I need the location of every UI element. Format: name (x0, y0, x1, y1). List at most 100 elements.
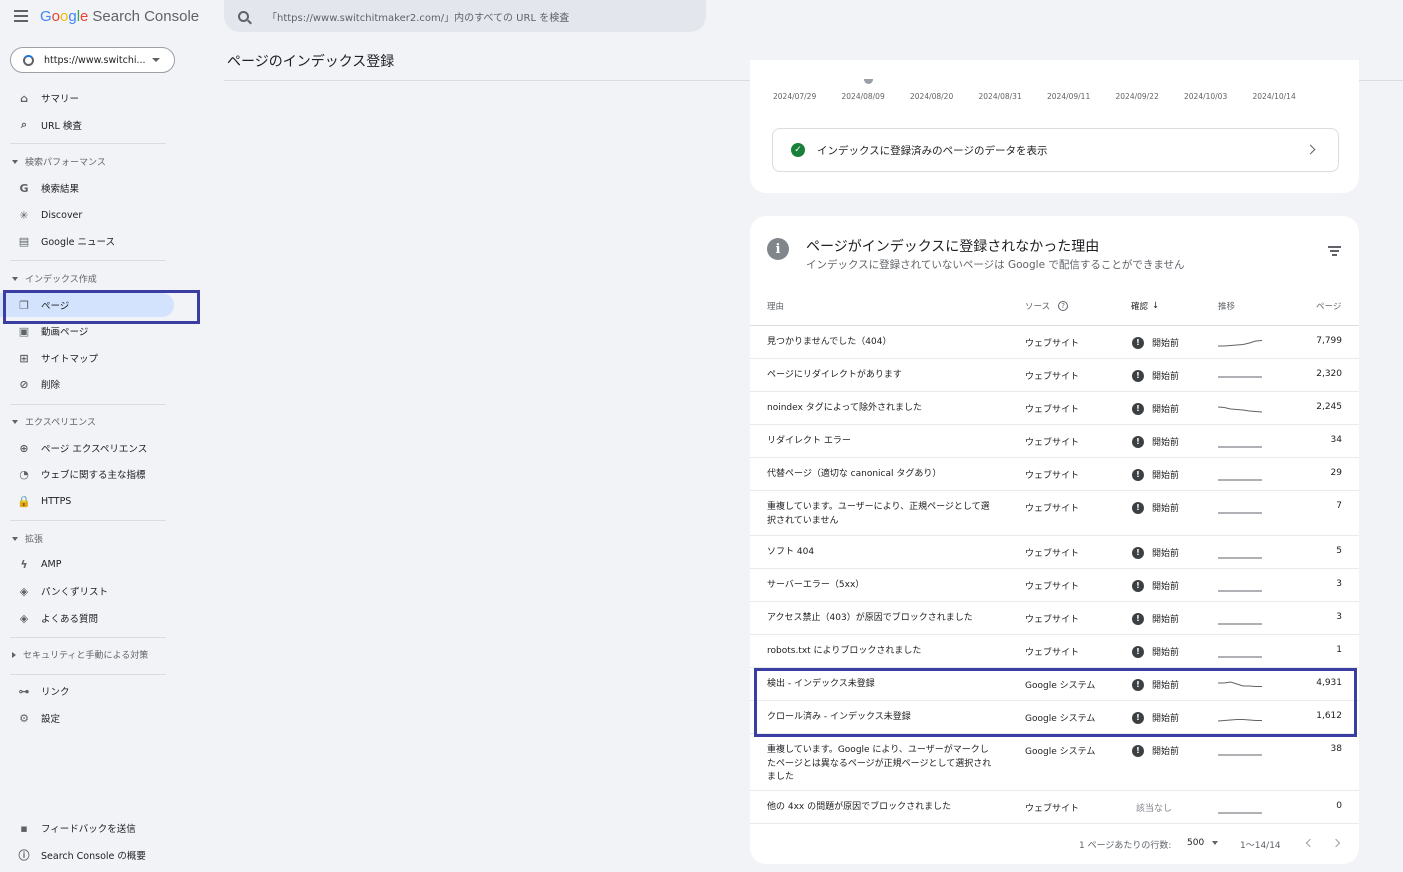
sidebar-section-header[interactable]: エクスペリエンス (12, 415, 96, 428)
table-row[interactable]: リダイレクト エラー ウェブサイト! 開始前 34 (750, 425, 1359, 458)
sitemap-icon: ⊞ (19, 351, 29, 365)
sidebar-item[interactable]: ▤ Google ニュース (0, 229, 174, 253)
sidebar-item[interactable]: ✳ Discover (0, 203, 174, 227)
rows-per-page-value: 500 (1187, 838, 1205, 848)
row-source: ウェブサイト (1025, 582, 1080, 592)
row-source: ウェブサイト (1025, 372, 1080, 382)
sidebar-section-header[interactable]: 検索パフォーマンス (12, 155, 106, 168)
table-row[interactable]: 代替ページ（適切な canonical タグあり） ウェブサイト! 開始前 29 (750, 458, 1359, 491)
sidebar-item[interactable]: ⊕ ページ エクスペリエンス (0, 436, 174, 460)
trend-sparkline (1218, 754, 1262, 756)
table-row[interactable]: 他の 4xx の問題が原因でブロックされました ウェブサイト 該当なし 0 (750, 791, 1359, 824)
chart-date-label: 2024/08/31 (978, 92, 1022, 101)
table-row[interactable]: ソフト 404 ウェブサイト! 開始前 5 (750, 536, 1359, 569)
help-icon[interactable]: ? (1058, 301, 1069, 311)
row-pages: 29 (1330, 468, 1342, 478)
column-header-source[interactable]: ソース ? (1025, 300, 1069, 312)
row-status-label: 開始前 (1152, 648, 1180, 658)
column-header-validation-label: 確認 (1131, 302, 1149, 312)
alert-icon: ! (1132, 645, 1144, 658)
row-status: ! 開始前 (1132, 435, 1179, 448)
sidebar-item[interactable]: ⌕ URL 検査 (0, 113, 174, 137)
sidebar-item-label: サマリー (41, 94, 80, 105)
google-g-icon: G (19, 181, 29, 195)
table-row[interactable]: noindex タグによって除外されました ウェブサイト! 開始前 2,245 (750, 392, 1359, 425)
trend-sparkline (1218, 406, 1262, 413)
sidebar-item[interactable]: ◔ ウェブに関する主な指標 (0, 462, 174, 486)
row-reason: noindex タグによって除外されました (767, 403, 922, 413)
sidebar-item-label: Discover (41, 209, 83, 221)
info-icon: i (767, 238, 789, 260)
trend-sparkline (1218, 656, 1262, 658)
chevron-down-icon (152, 58, 160, 62)
sidebar-item[interactable]: ⊶ リンク (0, 679, 174, 703)
sidebar-item-label: Search Console の概要 (41, 851, 146, 862)
sidebar-item[interactable]: ◈ パンくずリスト (0, 579, 174, 603)
column-header-pages[interactable]: ページ (1316, 300, 1341, 312)
indexed-pages-link[interactable]: ✓ インデックスに登録済みのページのデータを表示 (772, 128, 1339, 172)
sidebar-section-header[interactable]: 拡張 (12, 532, 43, 545)
arrow-down-icon: ↓ (1152, 301, 1160, 311)
sidebar-item[interactable]: ⊞ サイトマップ (0, 346, 174, 370)
row-status-label: 開始前 (1152, 615, 1180, 625)
row-status-label: 開始前 (1152, 372, 1180, 382)
check-circle-icon: ✓ (791, 143, 805, 157)
row-status: ! 開始前 (1132, 546, 1179, 559)
row-reason: 重複しています。ユーザーにより、正規ページとして選択されていません (767, 502, 990, 526)
table-row[interactable]: 重複しています。ユーザーにより、正規ページとして選択されていません ウェブサイト!… (750, 491, 1359, 536)
table-row[interactable]: robots.txt によりブロックされました ウェブサイト! 開始前 1 (750, 635, 1359, 668)
url-inspect-search[interactable]: 「https://www.switchitmaker2.com/」内のすべての … (224, 0, 706, 32)
property-selector[interactable]: https://www.switchi... (10, 47, 175, 73)
chevron-down-icon (12, 419, 18, 424)
sidebar-item[interactable]: 🔒 HTTPS (0, 489, 174, 513)
search-placeholder: 「https://www.switchitmaker2.com/」内のすべての … (267, 12, 570, 24)
row-reason: サーバーエラー（5xx） (767, 580, 865, 590)
sidebar-item[interactable]: ⚙ 設定 (0, 706, 174, 730)
sidebar-section-header[interactable]: セキュリティと手動による対策 (12, 648, 148, 661)
sidebar-item[interactable]: ⌂ サマリー (0, 86, 174, 110)
sidebar-section-label: インデックス作成 (25, 275, 97, 285)
pagination-range: 1〜14/14 (1240, 841, 1281, 851)
sidebar-item[interactable]: ⊘ 削除 (0, 372, 174, 396)
sidebar-item[interactable]: ⓘ Search Console の概要 (0, 843, 174, 867)
table-row[interactable]: アクセス禁止（403）が原因でブロックされました ウェブサイト! 開始前 3 (750, 602, 1359, 635)
sidebar-item-label: リンク (41, 687, 70, 698)
row-status: ! 開始前 (1132, 645, 1179, 658)
table-row[interactable]: ページにリダイレクトがあります ウェブサイト! 開始前 2,320 (750, 359, 1359, 392)
bolt-icon: ϟ (20, 557, 28, 571)
sidebar-item-label: 動画ページ (41, 327, 89, 338)
row-source: ウェブサイト (1025, 549, 1080, 559)
sidebar-section-label: 拡張 (25, 535, 44, 545)
alert-icon: ! (1132, 546, 1144, 559)
alert-icon: ! (1132, 435, 1144, 448)
row-status: ! 開始前 (1132, 579, 1179, 592)
row-source: ウェブサイト (1025, 339, 1080, 349)
hamburger-menu-icon[interactable] (14, 10, 28, 22)
column-header-reason[interactable]: 理由 (767, 300, 784, 312)
sidebar-item[interactable]: ◈ よくある質問 (0, 606, 174, 630)
sidebar-item[interactable]: ▪ フィードバックを送信 (0, 816, 174, 840)
chevron-right-icon (1305, 144, 1316, 155)
sidebar-item-label: サイトマップ (41, 354, 99, 365)
sidebar-section-header[interactable]: インデックス作成 (12, 272, 97, 285)
sidebar-item-label: よくある質問 (41, 614, 99, 625)
sidebar-item[interactable]: G 検索結果 (0, 176, 174, 200)
annotation-highlight-pages (3, 290, 200, 324)
column-header-validation[interactable]: 確認 ↓ (1131, 300, 1159, 312)
alert-icon: ! (1132, 369, 1144, 382)
alert-icon: ! (1132, 612, 1144, 625)
table-row[interactable]: 重複しています。Google により、ユーザーがマークしたページとは異なるページ… (750, 734, 1359, 791)
row-status-label: 開始前 (1152, 471, 1180, 481)
filter-icon[interactable] (1328, 246, 1341, 256)
column-header-trend: 推移 (1218, 302, 1236, 312)
column-header-source-label: ソース (1025, 302, 1051, 312)
app-logo[interactable]: Google Search Console (40, 8, 199, 25)
table-row[interactable]: 見つかりませんでした（404） ウェブサイト! 開始前 7,799 (750, 326, 1359, 359)
sidebar-item[interactable]: ϟ AMP (0, 552, 174, 576)
rows-per-page-select[interactable]: 500 (1187, 838, 1219, 848)
table-row[interactable]: サーバーエラー（5xx） ウェブサイト! 開始前 3 (750, 569, 1359, 602)
row-status: ! 開始前 (1132, 612, 1179, 625)
row-pages: 2,245 (1316, 402, 1342, 412)
reasons-subtitle: インデックスに登録されていないページは Google で配信することができません (806, 259, 1185, 271)
row-source: ウェブサイト (1025, 504, 1080, 514)
